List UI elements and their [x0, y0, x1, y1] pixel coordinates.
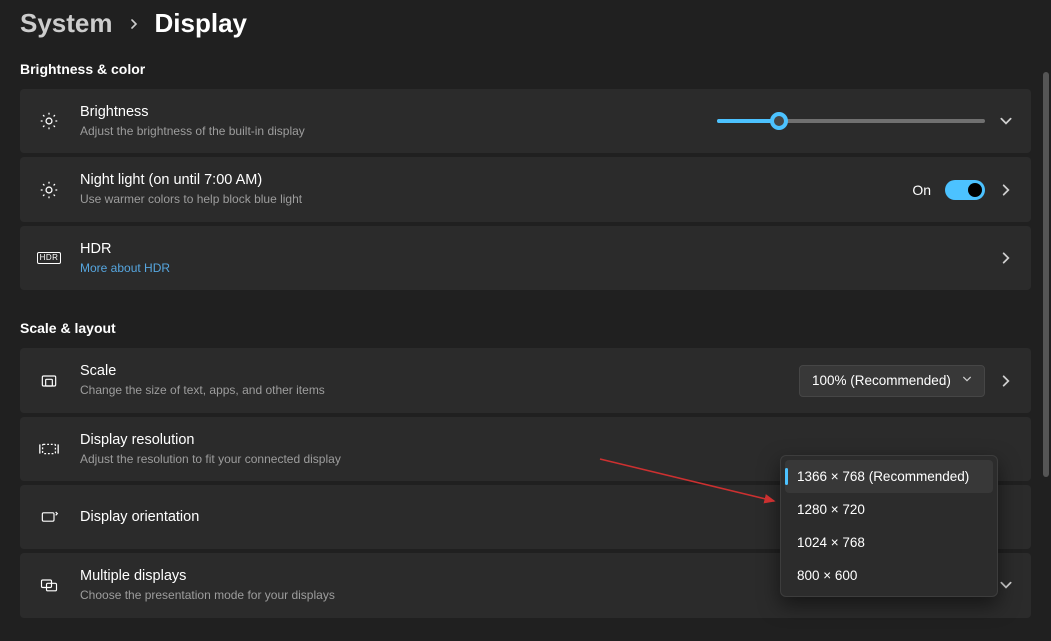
hdr-link[interactable]: More about HDR — [80, 261, 979, 277]
card-hdr[interactable]: HDR HDR More about HDR — [20, 226, 1031, 290]
nightlight-sub: Use warmer colors to help block blue lig… — [80, 192, 892, 208]
resolution-title: Display resolution — [80, 431, 775, 450]
nightlight-state: On — [912, 182, 931, 198]
resolution-option[interactable]: 1366 × 768 (Recommended) — [785, 460, 993, 493]
chevron-down-icon — [962, 374, 972, 387]
breadcrumb: System Display — [20, 8, 1031, 39]
section-title: Scale & layout — [20, 320, 1031, 336]
card-scale[interactable]: Scale Change the size of text, apps, and… — [20, 348, 1031, 412]
scale-sub: Change the size of text, apps, and other… — [80, 383, 779, 399]
scale-value: 100% (Recommended) — [812, 373, 951, 388]
section-title: Brightness & color — [20, 61, 1031, 77]
chevron-right-icon[interactable] — [999, 374, 1013, 388]
section-brightness-color: Brightness & color Brightness Adjust the… — [20, 61, 1031, 290]
scale-icon — [38, 370, 60, 392]
chevron-down-icon[interactable] — [999, 114, 1013, 128]
resolution-option[interactable]: 1280 × 720 — [785, 493, 993, 526]
chevron-right-icon[interactable] — [999, 183, 1013, 197]
orientation-icon — [38, 506, 60, 528]
resolution-icon — [38, 438, 60, 460]
scale-dropdown[interactable]: 100% (Recommended) — [799, 365, 985, 397]
resolution-option[interactable]: 1024 × 768 — [785, 526, 993, 559]
orientation-title: Display orientation — [80, 508, 775, 527]
resolution-sub: Adjust the resolution to fit your connec… — [80, 452, 775, 468]
page-title: Display — [155, 8, 248, 39]
brightness-title: Brightness — [80, 103, 697, 122]
card-night-light[interactable]: Night light (on until 7:00 AM) Use warme… — [20, 157, 1031, 221]
hdr-title: HDR — [80, 240, 979, 259]
brightness-slider[interactable] — [717, 119, 985, 123]
multiple-displays-icon — [38, 574, 60, 596]
chevron-right-icon — [129, 16, 139, 32]
chevron-down-icon[interactable] — [999, 578, 1013, 592]
hdr-icon: HDR — [38, 247, 60, 269]
nightlight-title: Night light (on until 7:00 AM) — [80, 171, 892, 190]
scrollbar[interactable] — [1043, 72, 1049, 635]
resolution-dropdown-flyout[interactable]: 1366 × 768 (Recommended)1280 × 7201024 ×… — [780, 455, 998, 597]
brightness-sub: Adjust the brightness of the built-in di… — [80, 124, 697, 140]
breadcrumb-parent[interactable]: System — [20, 8, 113, 39]
chevron-right-icon[interactable] — [999, 251, 1013, 265]
sun-icon — [38, 179, 60, 201]
scale-title: Scale — [80, 362, 779, 381]
card-brightness: Brightness Adjust the brightness of the … — [20, 89, 1031, 153]
sun-icon — [38, 110, 60, 132]
resolution-option[interactable]: 800 × 600 — [785, 559, 993, 592]
nightlight-toggle[interactable] — [945, 180, 985, 200]
